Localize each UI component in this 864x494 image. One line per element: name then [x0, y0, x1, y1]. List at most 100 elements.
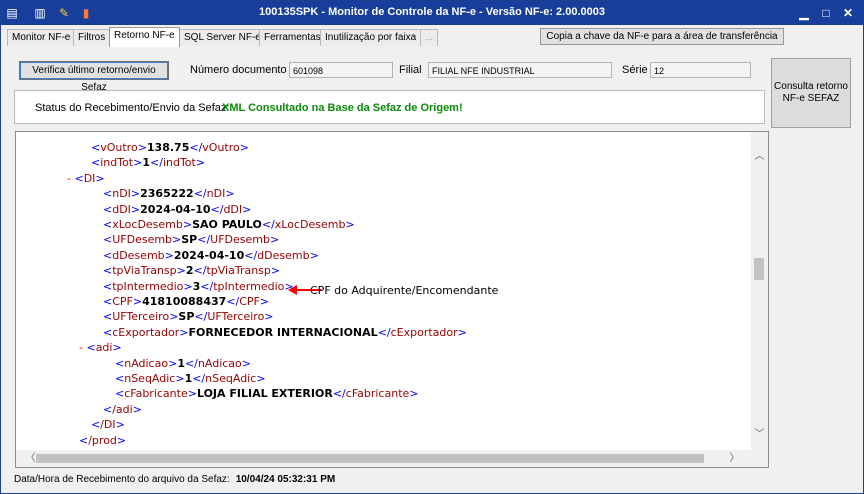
scroll-up-icon[interactable]: ︿	[751, 148, 768, 165]
xml-tag: tpViaTransp	[112, 264, 177, 278]
xml-bracket: <	[79, 433, 89, 447]
xml-line[interactable]: - <DI>	[67, 171, 105, 186]
xml-value: LOJA FILIAL EXTERIOR	[196, 387, 333, 401]
xml-tag: cExportador	[112, 325, 180, 339]
xml-line[interactable]: <xLocDesemb>SAO PAULO</xLocDesemb>	[103, 217, 355, 232]
xml-bracket: <	[115, 387, 125, 401]
xml-bracket: <	[86, 341, 96, 355]
status-label: Status do Recebimento/Envio da Sefaz:	[35, 102, 230, 114]
xml-line[interactable]: </prod>	[79, 433, 126, 448]
xml-tag: /adi	[112, 402, 133, 416]
xml-line[interactable]: <indTot>1</indTot>	[91, 155, 205, 170]
xml-bracket: >	[132, 295, 143, 308]
xml-bracket: >	[269, 233, 280, 247]
xml-bracket: <	[103, 279, 113, 293]
xml-tag: dDI	[223, 202, 243, 216]
xml-bracket: >	[164, 248, 174, 262]
tab-monitor-nfe[interactable]: Monitor NF-e	[7, 29, 76, 46]
horizontal-scroll-thumb[interactable]	[36, 454, 704, 463]
xml-tag: xLocDesemb	[112, 218, 183, 231]
xml-line[interactable]: <dDesemb>2024-04-10</dDesemb>	[103, 248, 319, 263]
xml-line[interactable]: <nSeqAdic>1</nSeqAdic>	[115, 371, 266, 386]
xml-bracket: </	[194, 310, 208, 324]
tab-inutilizacao[interactable]: Inutilização por faixa	[320, 29, 422, 46]
xml-tag: DI	[83, 171, 96, 185]
xml-bracket: >	[187, 387, 197, 401]
xml-tag: tpIntermedio	[112, 279, 184, 293]
xml-line[interactable]: <nDI>2365222</nDI>	[103, 186, 235, 201]
xml-tag: tpViaTransp	[206, 264, 271, 278]
xml-line[interactable]: <cExportador>FORNECEDOR INTERNACIONAL</c…	[103, 325, 467, 340]
scroll-right-icon[interactable]: 〉	[726, 450, 743, 467]
xml-bracket: </	[377, 325, 391, 339]
xml-bracket: >	[259, 295, 270, 308]
xml-value: 41810088437	[142, 295, 227, 308]
xml-value: 2365222	[140, 187, 194, 201]
title-bar: ▤ ▥ ✎ ▮ 100135SPK - Monitor de Controle …	[1, 1, 863, 25]
xml-value: SP	[181, 233, 198, 247]
xml-bracket: >	[132, 402, 142, 416]
xml-line[interactable]: <vOutro>138.75</vOutro>	[91, 140, 249, 155]
cpf-annotation: CPF do Adquirente/Encomendante	[310, 284, 499, 297]
maximize-icon[interactable]: □	[819, 6, 833, 20]
xml-bracket: </	[184, 356, 198, 370]
xml-line[interactable]: <tpViaTransp>2</tpViaTransp>	[103, 263, 280, 278]
xml-tag: tpIntermedio	[213, 279, 285, 293]
xml-bracket: </	[261, 218, 275, 231]
xml-bracket: </	[200, 279, 214, 293]
close-icon[interactable]: ✕	[841, 6, 855, 20]
vertical-scrollbar[interactable]: ︿ ﹀	[751, 132, 768, 452]
horizontal-scrollbar[interactable]: 〈 〉	[16, 450, 753, 467]
xml-viewer[interactable]: <vOutro>138.75</vOutro> <indTot>1</indTot…	[15, 131, 769, 468]
vertical-scroll-thumb[interactable]	[754, 258, 764, 280]
xml-bracket: >	[264, 310, 274, 324]
xml-line[interactable]: <dDI>2024-04-10</dDI>	[103, 202, 251, 217]
xml-tag: adi	[95, 341, 113, 355]
xml-bracket: </	[150, 156, 163, 170]
xml-line[interactable]: - <adi>	[79, 340, 122, 355]
xml-bracket: <	[103, 202, 113, 216]
footer: Data/Hora de Recebimento do arquivo da S…	[14, 473, 335, 487]
tab-retorno-nfe[interactable]: Retorno NF-e	[109, 27, 180, 47]
minimize-icon[interactable]: ▁	[797, 6, 811, 20]
xml-value: 2024-04-10	[173, 248, 245, 262]
xml-bracket: >	[116, 433, 127, 447]
consulta-retorno-button[interactable]: Consulta retorno NF-e SEFAZ	[771, 58, 851, 128]
copy-key-button[interactable]: Copia a chave da NF-e para a área de tra…	[540, 28, 784, 45]
xml-line[interactable]: <tpIntermedio>3</tpIntermedio>	[103, 279, 294, 294]
xml-tag: nDI	[206, 187, 226, 201]
tab-more[interactable]: ...	[420, 29, 439, 46]
xml-bracket: </	[197, 233, 211, 247]
numero-field[interactable]: 601098	[289, 62, 393, 78]
xml-value: SP	[178, 310, 195, 324]
xml-line[interactable]: </adi>	[103, 402, 142, 417]
scroll-down-icon[interactable]: ﹀	[751, 426, 768, 443]
xml-line[interactable]: <CPF>41810088437</CPF>	[103, 294, 269, 309]
tab-ferramentas[interactable]: Ferramentas	[259, 29, 326, 46]
verify-last-return-button[interactable]: Verifica último retorno/envio Sefaz	[19, 61, 169, 93]
xml-bracket: >	[130, 202, 141, 216]
xml-bracket: >	[182, 218, 193, 231]
xml-bracket: >	[270, 264, 281, 278]
xml-line[interactable]: <UFDesemb>SP</UFDesemb>	[103, 232, 279, 247]
xml-bracket: <	[103, 233, 113, 247]
xml-tag: UFDesemb	[112, 233, 173, 247]
tab-filtros[interactable]: Filtros	[73, 29, 111, 46]
tab-sql-server-nfe[interactable]: SQL Server NF-e	[179, 29, 266, 46]
xml-tag: nDI	[112, 187, 131, 201]
xml-bracket: >	[242, 202, 252, 216]
xml-value: 2	[185, 264, 194, 278]
xml-bracket: <	[91, 141, 101, 154]
xml-tag: CPF	[239, 295, 260, 308]
xml-bracket: >	[309, 248, 319, 262]
xml-line[interactable]: <cFabricante>LOJA FILIAL EXTERIOR</cFabr…	[115, 386, 419, 401]
xml-line[interactable]: <UFTerceiro>SP</UFTerceiro>	[103, 309, 274, 324]
xml-bracket: >	[239, 141, 249, 154]
serie-field[interactable]: 12	[650, 62, 751, 78]
xml-value: 138.75	[146, 141, 190, 154]
filial-field[interactable]: FILIAL NFE INDUSTRIAL	[428, 62, 612, 78]
xml-line[interactable]: <nAdicao>1</nAdicao>	[115, 356, 251, 371]
xml-line[interactable]: </DI>	[91, 417, 125, 432]
xml-bracket: >	[175, 372, 185, 385]
xml-tag: UFTerceiro	[112, 310, 170, 324]
